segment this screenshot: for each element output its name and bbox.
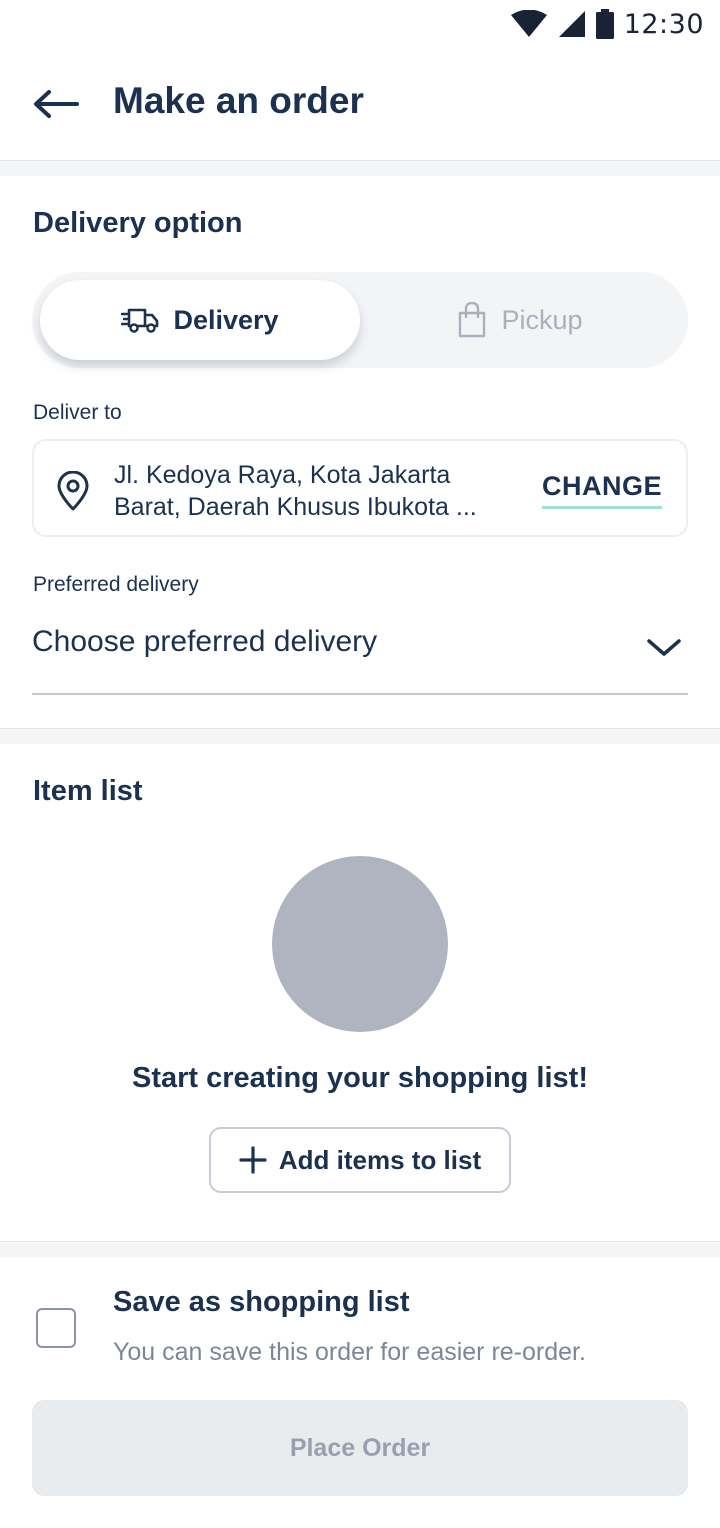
preferred-delivery-value: Choose preferred delivery [32, 625, 378, 658]
item-list-title: Item list [33, 775, 143, 807]
plus-icon [239, 1146, 267, 1174]
status-icons: 12:30 [510, 6, 704, 42]
cellular-signal-icon [558, 11, 585, 37]
delivery-option-title: Delivery option [33, 207, 243, 239]
add-items-label: Add items to list [278, 1144, 482, 1175]
save-shopping-list-title: Save as shopping list [113, 1286, 410, 1318]
pickup-toggle-label: Pickup [501, 304, 583, 335]
section-divider [0, 1241, 720, 1257]
app-bar: Make an order [0, 50, 720, 160]
address-line-1: Jl. Kedoya Raya, Kota Jakarta [114, 461, 451, 489]
save-shopping-list-checkbox[interactable] [36, 1308, 76, 1348]
page-title: Make an order [113, 80, 364, 121]
delivery-address-text: Jl. Kedoya Raya, Kota Jakarta Barat, Dae… [114, 459, 514, 523]
section-divider [0, 160, 720, 176]
back-button[interactable] [28, 82, 84, 126]
battery-icon [595, 9, 614, 39]
address-line-2: Barat, Daerah Khusus Ibukota ... [114, 493, 477, 521]
delivery-toggle-option[interactable]: Delivery [40, 280, 360, 360]
status-bar: 12:30 [0, 0, 720, 50]
location-pin-icon [57, 471, 89, 511]
place-order-button[interactable]: Place Order [32, 1400, 688, 1496]
change-address-button[interactable]: CHANGE [541, 471, 662, 509]
save-shopping-list-description: You can save this order for easier re-or… [113, 1338, 586, 1366]
wifi-icon [510, 10, 547, 37]
preferred-delivery-label: Preferred delivery [33, 573, 199, 596]
delivery-toggle-label: Delivery [173, 304, 279, 335]
section-divider [0, 728, 720, 744]
delivery-address-card: Jl. Kedoya Raya, Kota Jakarta Barat, Dae… [32, 439, 688, 537]
arrow-left-icon [34, 90, 79, 118]
chevron-down-icon [647, 639, 681, 656]
delivery-truck-icon [121, 308, 159, 333]
empty-list-message: Start creating your shopping list! [132, 1062, 588, 1094]
shopping-bag-icon [459, 302, 486, 338]
delivery-mode-toggle: Delivery Pickup [32, 272, 688, 368]
status-time: 12:30 [623, 8, 704, 40]
deliver-to-label: Deliver to [33, 401, 122, 424]
empty-list-illustration [272, 856, 448, 1032]
pickup-toggle-option[interactable]: Pickup [360, 280, 680, 360]
add-items-button[interactable]: Add items to list [209, 1127, 511, 1193]
preferred-delivery-dropdown[interactable]: Choose preferred delivery [32, 605, 688, 695]
